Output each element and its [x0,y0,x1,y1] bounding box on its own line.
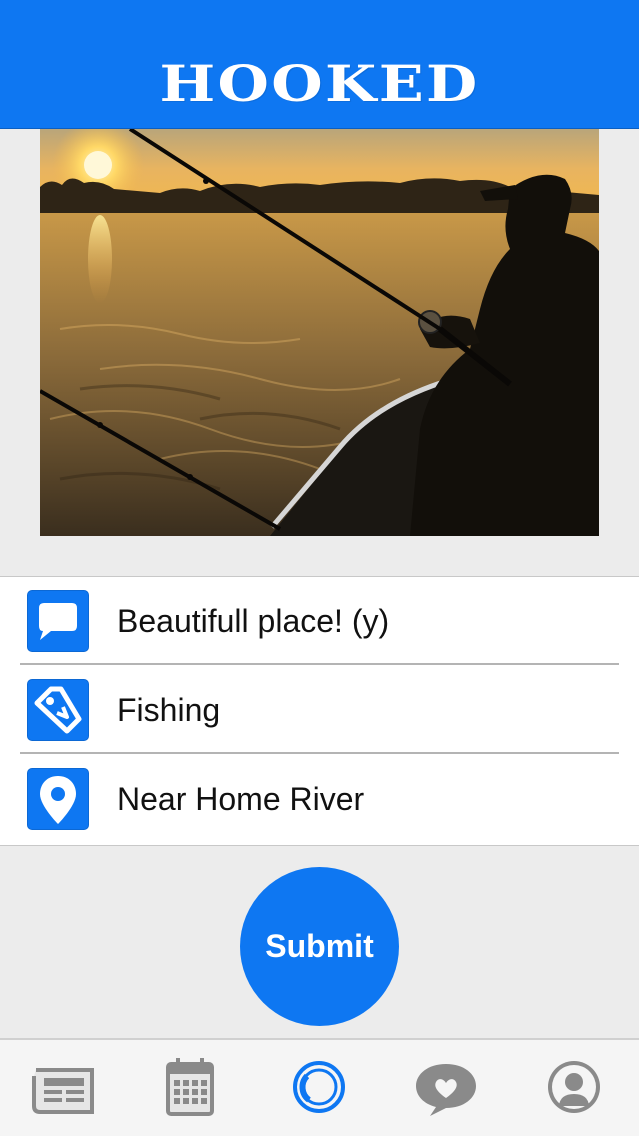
row-divider [20,663,619,665]
app-header: HOOKED [0,0,639,129]
tab-bar [0,1038,639,1136]
app-screen: HOOKED Beautifull place! (y) Fishing Nea… [0,0,639,1136]
comment-icon [27,590,89,652]
fishing-sunset-image [40,129,599,536]
post-photo[interactable] [40,129,599,536]
calendar-icon [166,1058,214,1116]
location-row[interactable]: Near Home River [0,755,639,843]
location-pin-icon [27,768,89,830]
app-logo: HOOKED [159,54,480,113]
profile-icon [548,1061,600,1113]
newspaper-icon [32,1068,94,1114]
post-details-list: Beautifull place! (y) Fishing Near Home … [0,576,639,846]
tag-icon [27,679,89,741]
tab-profile[interactable] [536,1054,612,1120]
comment-text[interactable]: Beautifull place! (y) [117,601,389,641]
camera-icon [293,1061,345,1113]
tab-camera[interactable] [281,1054,357,1120]
submit-button[interactable]: Submit [240,867,399,1026]
comment-row[interactable]: Beautifull place! (y) [0,577,639,665]
chat-heart-icon [416,1064,476,1116]
tab-calendar[interactable] [152,1054,228,1120]
category-text[interactable]: Fishing [117,690,220,730]
tab-news[interactable] [26,1054,102,1120]
location-text[interactable]: Near Home River [117,779,364,819]
category-row[interactable]: Fishing [0,666,639,754]
row-divider [20,752,619,754]
tab-chat[interactable] [408,1054,484,1120]
